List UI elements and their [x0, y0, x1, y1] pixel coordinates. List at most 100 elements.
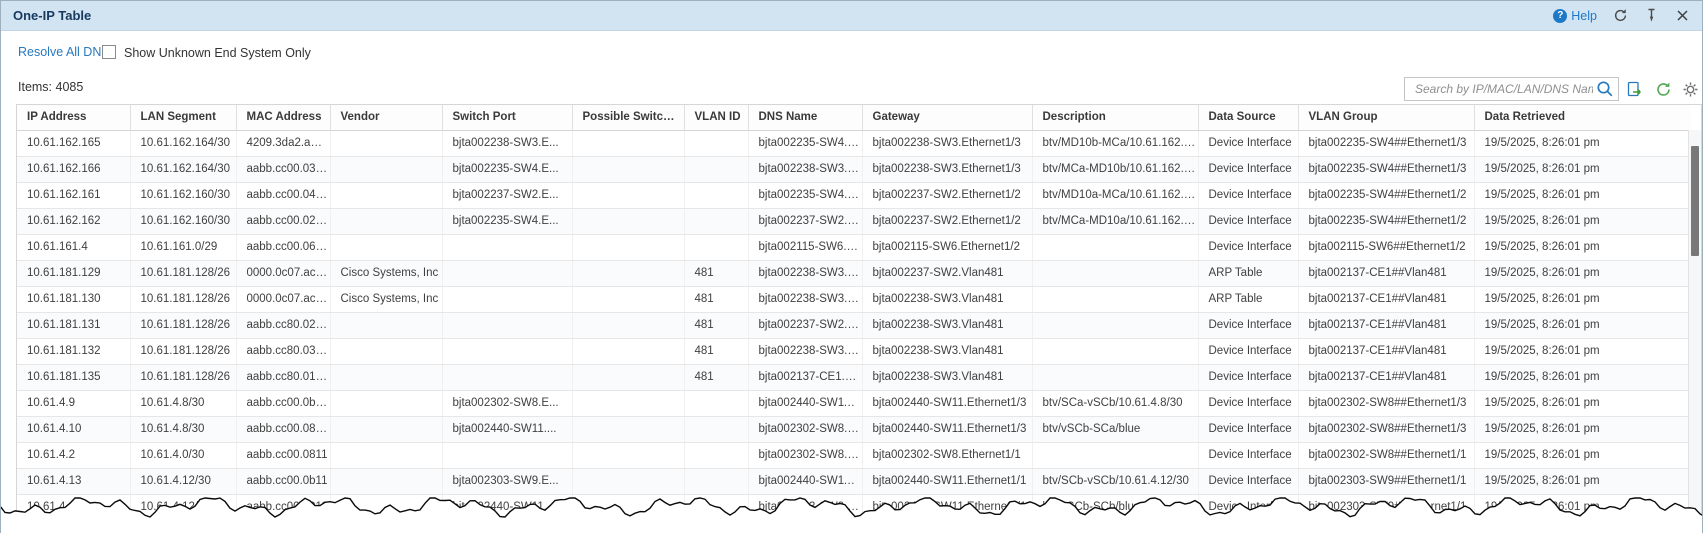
table-row[interactable]: 10.61.161.4 10.61.161.0/29 aabb.cc00.0621 b…: [17, 234, 1691, 261]
export-icon[interactable]: [1626, 81, 1643, 98]
table-row[interactable]: 10.61.4.14 10.61.4.12/30 aabb.cc00.0911 bjt…: [17, 494, 1691, 521]
column-header-gateway[interactable]: Gateway: [862, 105, 1033, 131]
table-cell-data-retrieved: 19/5/2025, 8:26:01 pm: [1474, 260, 1691, 287]
table-cell-possible-switch-port: [572, 338, 685, 365]
table-cell-data-source: Device Interface: [1198, 416, 1299, 443]
table-cell-switch-port: [442, 312, 573, 339]
refresh-icon[interactable]: [1655, 81, 1672, 98]
table-cell-mac-address: aabb.cc00.0b11: [236, 468, 331, 495]
table-row[interactable]: 10.61.4.10 10.61.4.8/30 aabb.cc00.0831 bjta…: [17, 416, 1691, 443]
column-header-possible-switch-port[interactable]: Possible Switch Po...: [572, 105, 685, 131]
table-cell-vendor: [330, 390, 443, 417]
pin-icon[interactable]: [1643, 8, 1659, 24]
table-cell-dns-name: bjta002238-SW3.Eth...: [748, 156, 863, 183]
table-cell-data-source: Device Interface: [1198, 494, 1299, 521]
column-header-lan-segment[interactable]: LAN Segment: [130, 105, 237, 131]
table-cell-vendor: [330, 130, 443, 157]
table-cell-gateway: bjta002237-SW2.Vlan481: [862, 260, 1033, 287]
table-cell-dns-name: bjta002237-SW2.Vla...: [748, 312, 863, 339]
table-cell-mac-address: aabb.cc00.0831: [236, 416, 331, 443]
table-cell-mac-address: aabb.cc00.0331: [236, 156, 331, 183]
table-cell-dns-name: bjta002238-SW3.Vla...: [748, 286, 863, 313]
table-cell-ip-address: 10.61.4.13: [17, 468, 131, 495]
vertical-scrollbar[interactable]: [1688, 130, 1701, 533]
table-row[interactable]: 10.61.4.13 10.61.4.12/30 aabb.cc00.0b11 bjt…: [17, 468, 1691, 495]
table-cell-possible-switch-port: [572, 312, 685, 339]
table-row[interactable]: 10.61.162.161 10.61.162.160/30 aabb.cc00.0…: [17, 182, 1691, 209]
table-cell-lan-segment: 10.61.181.128/26: [130, 338, 237, 365]
table-row[interactable]: 10.61.4.9 10.61.4.8/30 aabb.cc00.0b31 bjta0…: [17, 390, 1691, 417]
table-row[interactable]: 10.61.181.129 10.61.181.128/26 0000.0c07.a…: [17, 260, 1691, 287]
table-cell-vendor: [330, 234, 443, 261]
table-cell-lan-segment: 10.61.162.160/30: [130, 182, 237, 209]
close-icon[interactable]: [1674, 8, 1690, 24]
table-cell-gateway: bjta002440-SW11.Ethernet1/3: [862, 390, 1033, 417]
table-cell-description: btv/SCb-vSCb/10.61.4.12/30: [1032, 468, 1199, 495]
table-row[interactable]: 10.61.162.162 10.61.162.160/30 aabb.cc00.0…: [17, 208, 1691, 235]
table-cell-switch-port: bjta002235-SW4.E...: [442, 208, 573, 235]
table-cell-data-retrieved: 19/5/2025, 8:26:01 pm: [1474, 468, 1691, 495]
table-cell-possible-switch-port: [572, 130, 685, 157]
table-cell-mac-address: aabb.cc00.0b31: [236, 390, 331, 417]
table-cell-data-retrieved: 19/5/2025, 8:26:01 pm: [1474, 312, 1691, 339]
column-header-mac-address[interactable]: MAC Address: [236, 105, 331, 131]
search-input[interactable]: [1413, 81, 1595, 97]
table-cell-vlan-group: bjta002302-SW8##Ethernet1/1: [1298, 442, 1475, 469]
table-cell-ip-address: 10.61.162.166: [17, 156, 131, 183]
search-icon[interactable]: [1595, 79, 1615, 99]
show-unknown-checkbox[interactable]: [102, 45, 116, 59]
table-cell-data-retrieved: 19/5/2025, 8:26:01 pm: [1474, 130, 1691, 157]
table-cell-gateway: bjta002237-SW2.Ethernet1/2: [862, 208, 1033, 235]
column-header-switch-port[interactable]: Switch Port: [442, 105, 573, 131]
table-cell-vlan-group: bjta002235-SW4##Ethernet1/2: [1298, 182, 1475, 209]
table-cell-description: btv/vSCb-SCa/blue: [1032, 416, 1199, 443]
table-cell-ip-address: 10.61.181.132: [17, 338, 131, 365]
table-cell-description: [1032, 286, 1199, 313]
table-row[interactable]: 10.61.162.165 10.61.162.164/30 4209.3da2.a…: [17, 130, 1691, 157]
column-header-vendor[interactable]: Vendor: [330, 105, 443, 131]
scrollbar-thumb[interactable]: [1691, 146, 1699, 256]
column-header-description[interactable]: Description: [1032, 105, 1199, 131]
table-row[interactable]: 10.61.181.135 10.61.181.128/26 aabb.cc80.0…: [17, 364, 1691, 391]
table-cell-lan-segment: 10.61.161.0/29: [130, 234, 237, 261]
table-cell-data-source: Device Interface: [1198, 130, 1299, 157]
column-header-ip-address[interactable]: IP Address: [17, 105, 131, 131]
table-row[interactable]: 10.61.181.132 10.61.181.128/26 aabb.cc80.0…: [17, 338, 1691, 365]
help-label: Help: [1571, 8, 1597, 23]
table-cell-vlan-id: [684, 494, 749, 521]
table-cell-ip-address: 10.61.4.9: [17, 390, 131, 417]
table-cell-data-retrieved: 19/5/2025, 8:26:01 pm: [1474, 234, 1691, 261]
table-cell-vlan-group: bjta002235-SW4##Ethernet1/2: [1298, 208, 1475, 235]
table-cell-mac-address: aabb.cc80.0200: [236, 312, 331, 339]
table-row[interactable]: 10.61.162.166 10.61.162.164/30 aabb.cc00.0…: [17, 156, 1691, 183]
table-cell-mac-address: aabb.cc00.0221: [236, 208, 331, 235]
table-cell-gateway: bjta002115-SW6.Ethernet1/2: [862, 234, 1033, 261]
table-row[interactable]: 10.61.181.130 10.61.181.128/26 0000.0c07.a…: [17, 286, 1691, 313]
column-header-vlan-id[interactable]: VLAN ID: [684, 105, 749, 131]
table-row[interactable]: 10.61.4.2 10.61.4.0/30 aabb.cc00.0811 bjta0…: [17, 442, 1691, 469]
table-cell-lan-segment: 10.61.4.8/30: [130, 390, 237, 417]
table-cell-description: [1032, 234, 1199, 261]
sync-icon[interactable]: [1612, 8, 1628, 24]
table-row[interactable]: 10.61.181.131 10.61.181.128/26 aabb.cc80.0…: [17, 312, 1691, 339]
table-cell-data-source: Device Interface: [1198, 208, 1299, 235]
column-header-data-source[interactable]: Data Source: [1198, 105, 1299, 131]
column-header-vlan-group[interactable]: VLAN Group: [1298, 105, 1475, 131]
column-header-dns-name[interactable]: DNS Name: [748, 105, 863, 131]
table-cell-possible-switch-port: [572, 390, 685, 417]
column-header-data-retrieved[interactable]: Data Retrieved: [1474, 105, 1691, 131]
table-cell-lan-segment: 10.61.162.164/30: [130, 130, 237, 157]
resolve-all-dns-link[interactable]: Resolve All DNS: [18, 45, 110, 59]
help-button[interactable]: ? Help: [1553, 8, 1597, 23]
table-cell-dns-name: bjta002302-SW8.Eth...: [748, 442, 863, 469]
table-cell-dns-name: bjta002440-SW11.Et...: [748, 468, 863, 495]
table-cell-lan-segment: 10.61.162.164/30: [130, 156, 237, 183]
table-cell-vendor: [330, 182, 443, 209]
table-cell-vlan-id: [684, 208, 749, 235]
table-cell-data-source: Device Interface: [1198, 182, 1299, 209]
help-icon: ?: [1553, 8, 1568, 23]
table-cell-lan-segment: 10.61.4.8/30: [130, 416, 237, 443]
table-cell-vlan-group: bjta002137-CE1##Vlan481: [1298, 286, 1475, 313]
show-unknown-checkbox-label: Show Unknown End System Only: [124, 46, 311, 60]
gear-icon[interactable]: [1682, 81, 1699, 98]
